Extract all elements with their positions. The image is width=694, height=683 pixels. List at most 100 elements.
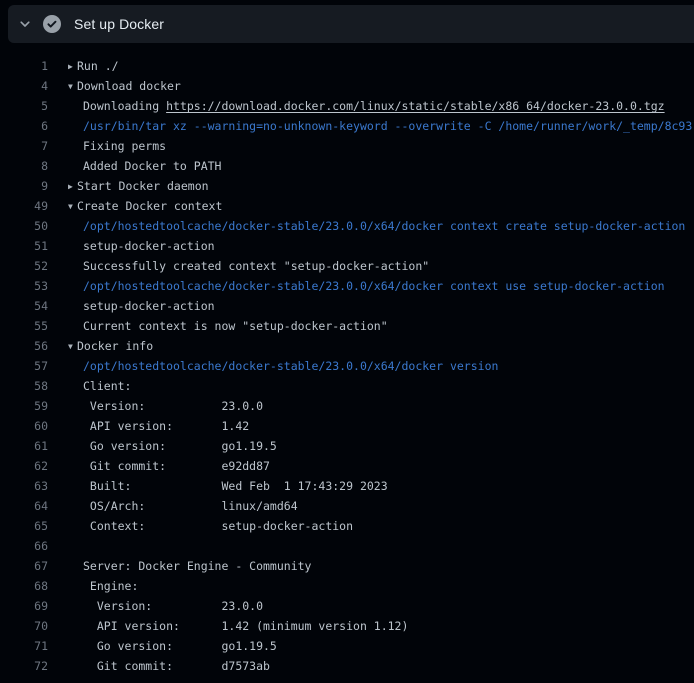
log-line: 52 Successfully created context "setup-do…	[0, 256, 694, 276]
log-text: Context: setup-docker-action	[68, 516, 694, 536]
log-line: 68 Engine:	[0, 576, 694, 596]
log-line: 67 Server: Docker Engine - Community	[0, 556, 694, 576]
log-line: 8 Added Docker to PATH	[0, 156, 694, 176]
line-number[interactable]: 67	[0, 556, 50, 576]
step-header[interactable]: Set up Docker	[8, 5, 694, 43]
line-number[interactable]: 63	[0, 476, 50, 496]
log-area: 1 ▶Run ./ 4 ▼Download docker 5 Downloading ht…	[0, 56, 694, 676]
log-text	[68, 536, 694, 556]
download-url-link[interactable]: https://download.docker.com/linux/static…	[166, 99, 665, 113]
line-number[interactable]: 55	[0, 316, 50, 336]
triangle-down-icon[interactable]: ▼	[68, 197, 77, 216]
log-text: API version: 1.42	[68, 416, 694, 436]
line-number[interactable]: 57	[0, 356, 50, 376]
log-line: 61 Go version: go1.19.5	[0, 436, 694, 456]
log-group-title[interactable]: ▼Docker info	[68, 336, 694, 356]
log-text: Built: Wed Feb 1 17:43:29 2023	[68, 476, 694, 496]
log-text: Go version: go1.19.5	[68, 436, 694, 456]
log-line: 53/opt/hostedtoolcache/docker-stable/23.…	[0, 276, 694, 296]
line-number[interactable]: 69	[0, 596, 50, 616]
log-line: 57/opt/hostedtoolcache/docker-stable/23.…	[0, 356, 694, 376]
log-text: setup-docker-action	[68, 296, 694, 316]
line-number[interactable]: 68	[0, 576, 50, 596]
log-line: 54 setup-docker-action	[0, 296, 694, 316]
line-number[interactable]: 72	[0, 656, 50, 676]
log-text: Engine:	[68, 576, 694, 596]
log-line: 6/usr/bin/tar xz --warning=no-unknown-ke…	[0, 116, 694, 136]
log-line: 56 ▼Docker info	[0, 336, 694, 356]
line-number[interactable]: 52	[0, 256, 50, 276]
line-number[interactable]: 70	[0, 616, 50, 636]
log-text: Downloading https://download.docker.com/…	[68, 96, 694, 116]
line-number[interactable]: 6	[0, 116, 50, 136]
line-number[interactable]: 51	[0, 236, 50, 256]
log-line: 59 Version: 23.0.0	[0, 396, 694, 416]
triangle-down-icon[interactable]: ▼	[68, 77, 77, 96]
line-number[interactable]: 62	[0, 456, 50, 476]
chevron-down-icon[interactable]	[18, 17, 32, 31]
log-line: 62 Git commit: e92dd87	[0, 456, 694, 476]
log-line: 5 Downloading https://download.docker.com…	[0, 96, 694, 116]
log-group-title[interactable]: ▶Run ./	[68, 56, 694, 76]
log-line: 65 Context: setup-docker-action	[0, 516, 694, 536]
line-number[interactable]: 66	[0, 536, 50, 556]
line-number[interactable]: 9	[0, 176, 50, 196]
log-text: setup-docker-action	[68, 236, 694, 256]
log-line: 50/opt/hostedtoolcache/docker-stable/23.…	[0, 216, 694, 236]
log-line: 70 API version: 1.42 (minimum version 1.…	[0, 616, 694, 636]
line-number[interactable]: 56	[0, 336, 50, 356]
log-line: 66	[0, 536, 694, 556]
log-line: 64 OS/Arch: linux/amd64	[0, 496, 694, 516]
log-line: 71 Go version: go1.19.5	[0, 636, 694, 656]
log-text: Git commit: e92dd87	[68, 456, 694, 476]
log-text: Server: Docker Engine - Community	[68, 556, 694, 576]
line-number[interactable]: 64	[0, 496, 50, 516]
log-line: 69 Version: 23.0.0	[0, 596, 694, 616]
log-text: Git commit: d7573ab	[68, 656, 694, 676]
log-text: Go version: go1.19.5	[68, 636, 694, 656]
line-number[interactable]: 71	[0, 636, 50, 656]
line-number[interactable]: 5	[0, 96, 50, 116]
log-group-title[interactable]: ▼Download docker	[68, 76, 694, 96]
log-line: 1 ▶Run ./	[0, 56, 694, 76]
log-line: 63 Built: Wed Feb 1 17:43:29 2023	[0, 476, 694, 496]
line-number[interactable]: 53	[0, 276, 50, 296]
line-number[interactable]: 60	[0, 416, 50, 436]
triangle-right-icon[interactable]: ▶	[68, 177, 77, 196]
triangle-down-icon[interactable]: ▼	[68, 337, 77, 356]
line-number[interactable]: 49	[0, 196, 50, 216]
line-number[interactable]: 1	[0, 56, 50, 76]
line-number[interactable]: 7	[0, 136, 50, 156]
log-text: Added Docker to PATH	[68, 156, 694, 176]
line-number[interactable]: 59	[0, 396, 50, 416]
line-number[interactable]: 54	[0, 296, 50, 316]
log-group-title[interactable]: ▶Start Docker daemon	[68, 176, 694, 196]
line-number[interactable]: 58	[0, 376, 50, 396]
line-number[interactable]: 4	[0, 76, 50, 96]
log-text: Successfully created context "setup-dock…	[68, 256, 694, 276]
log-command-text: /usr/bin/tar xz --warning=no-unknown-key…	[68, 116, 694, 136]
log-text: Fixing perms	[68, 136, 694, 156]
log-text: OS/Arch: linux/amd64	[68, 496, 694, 516]
line-number[interactable]: 61	[0, 436, 50, 456]
log-line: 55 Current context is now "setup-docker-a…	[0, 316, 694, 336]
log-text: Version: 23.0.0	[68, 596, 694, 616]
log-command-text: /opt/hostedtoolcache/docker-stable/23.0.…	[68, 276, 694, 296]
log-text: Client:	[68, 376, 694, 396]
log-text: Current context is now "setup-docker-act…	[68, 316, 694, 336]
step-title: Set up Docker	[74, 16, 164, 32]
line-number[interactable]: 65	[0, 516, 50, 536]
line-number[interactable]: 8	[0, 156, 50, 176]
log-line: 58 Client:	[0, 376, 694, 396]
line-number[interactable]: 50	[0, 216, 50, 236]
log-text: Version: 23.0.0	[68, 396, 694, 416]
log-line: 49 ▼Create Docker context	[0, 196, 694, 216]
log-line: 60 API version: 1.42	[0, 416, 694, 436]
log-group-title[interactable]: ▼Create Docker context	[68, 196, 694, 216]
log-command-text: /opt/hostedtoolcache/docker-stable/23.0.…	[68, 356, 694, 376]
log-line: 72 Git commit: d7573ab	[0, 656, 694, 676]
log-command-text: /opt/hostedtoolcache/docker-stable/23.0.…	[68, 216, 694, 236]
log-line: 7 Fixing perms	[0, 136, 694, 156]
log-line: 9 ▶Start Docker daemon	[0, 176, 694, 196]
triangle-right-icon[interactable]: ▶	[68, 57, 77, 76]
